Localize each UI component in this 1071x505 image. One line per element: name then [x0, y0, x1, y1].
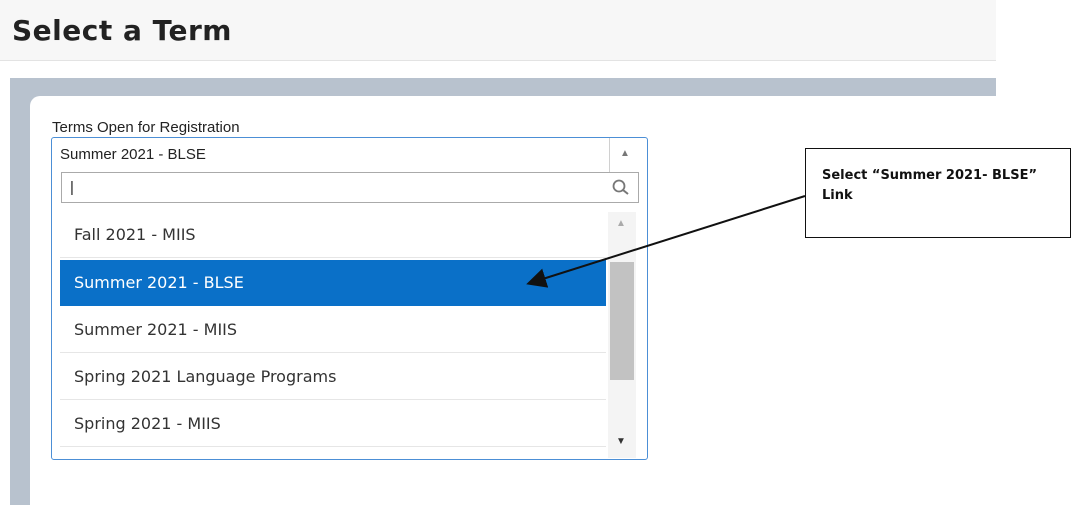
- callout-text: Select “Summer 2021- BLSE” Link: [822, 168, 1037, 203]
- selected-term[interactable]: Summer 2021 - BLSE: [60, 146, 206, 163]
- caret-up-icon[interactable]: ▲: [620, 148, 630, 159]
- select-divider: [609, 138, 610, 172]
- term-option-spring-2021-language-programs[interactable]: Spring 2021 Language Programs: [60, 354, 606, 400]
- scrollbar-thumb[interactable]: [610, 262, 634, 380]
- search-icon: [612, 179, 629, 195]
- term-option-summer-2021-blse[interactable]: Summer 2021 - BLSE: [60, 260, 606, 306]
- term-option-summer-2021-miis[interactable]: Summer 2021 - MIIS: [60, 307, 606, 353]
- term-search-input[interactable]: [61, 172, 639, 203]
- term-option-spring-2021-miis[interactable]: Spring 2021 - MIIS: [60, 401, 606, 447]
- terms-field-label: Terms Open for Registration: [52, 119, 240, 136]
- page-title: Select a Term: [12, 14, 232, 47]
- scroll-up-icon[interactable]: ▲: [616, 218, 626, 229]
- term-option-fall-2021-miis[interactable]: Fall 2021 - MIIS: [60, 212, 606, 258]
- page-header: Select a Term: [0, 0, 996, 61]
- scroll-down-icon[interactable]: ▼: [616, 436, 626, 447]
